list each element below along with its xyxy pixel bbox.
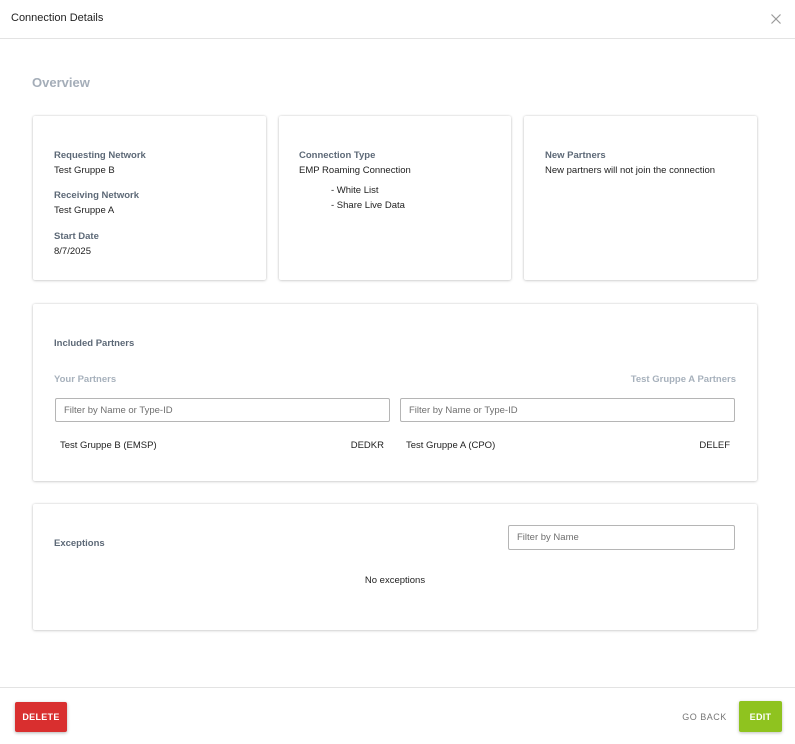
list-item: Test Gruppe A (CPO) DELEF	[400, 437, 735, 457]
their-partners-label: Test Gruppe A Partners	[630, 374, 736, 385]
included-partners-card: Included Partners Your Partners Test Gru…	[33, 304, 757, 481]
their-partners-filter-input[interactable]	[400, 398, 735, 422]
your-partners-filter-input[interactable]	[55, 398, 390, 422]
exceptions-card: Exceptions No exceptions	[33, 504, 757, 630]
close-icon[interactable]	[769, 12, 783, 26]
dialog-footer: DELETE GO BACK EDIT	[0, 687, 795, 744]
receiving-network-label: Receiving Network	[54, 190, 139, 201]
new-partners-card: New Partners New partners will not join …	[524, 116, 757, 280]
partner-id: DEDKR	[350, 440, 384, 451]
option-white-list: - White List	[331, 185, 379, 196]
edit-button[interactable]: EDIT	[739, 701, 782, 732]
new-partners-value: New partners will not join the connectio…	[545, 165, 716, 176]
requesting-network-value: Test Gruppe B	[54, 165, 115, 176]
requesting-network-label: Requesting Network	[54, 150, 146, 161]
start-date-value: 8/7/2025	[54, 246, 91, 257]
delete-button[interactable]: DELETE	[15, 702, 67, 732]
empty-state-text: No exceptions	[364, 575, 426, 586]
connection-type-label: Connection Type	[299, 150, 376, 161]
connection-type-card: Connection Type EMP Roaming Connection -…	[279, 116, 511, 280]
connection-type-value: EMP Roaming Connection	[299, 165, 411, 176]
overview-title: Overview	[32, 75, 90, 90]
exceptions-filter-input[interactable]	[508, 525, 735, 550]
partner-name: Test Gruppe B (EMSP)	[60, 440, 157, 451]
option-share-live-data: - Share Live Data	[331, 200, 405, 211]
network-card: Requesting Network Test Gruppe B Receivi…	[33, 116, 266, 280]
dialog-title: Connection Details	[11, 12, 104, 24]
dialog-header: Connection Details	[0, 0, 795, 39]
go-back-button[interactable]: GO BACK	[677, 702, 732, 732]
partner-name: Test Gruppe A (CPO)	[406, 440, 496, 451]
exceptions-title: Exceptions	[54, 538, 105, 549]
included-partners-title: Included Partners	[54, 338, 135, 349]
your-partners-label: Your Partners	[54, 374, 117, 385]
list-item: Test Gruppe B (EMSP) DEDKR	[55, 437, 390, 457]
start-date-label: Start Date	[54, 231, 99, 242]
partner-id: DELEF	[699, 440, 730, 451]
new-partners-label: New Partners	[545, 150, 606, 161]
receiving-network-value: Test Gruppe A	[54, 205, 115, 216]
